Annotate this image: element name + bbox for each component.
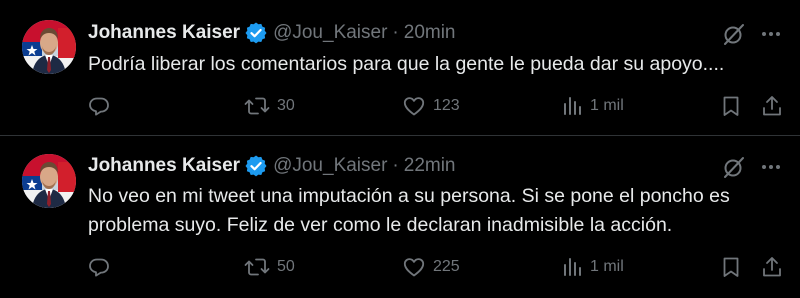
grok-icon[interactable] (720, 153, 748, 181)
bookmark-button[interactable] (720, 93, 742, 119)
views-button[interactable]: 1 mil (561, 93, 624, 119)
reply-icon (87, 94, 111, 118)
reply-button[interactable] (87, 254, 118, 280)
share-button[interactable] (761, 93, 783, 119)
grok-icon[interactable] (720, 20, 748, 48)
share-icon (761, 94, 783, 118)
retweet-count: 30 (277, 97, 295, 114)
reply-button[interactable] (87, 93, 118, 119)
verified-badge-icon (245, 22, 267, 44)
tweet[interactable]: Johannes Kaiser @Jou_Kaiser · 20min Podr… (0, 0, 800, 136)
like-button[interactable]: 123 (402, 93, 460, 119)
view-count: 1 mil (590, 97, 624, 114)
share-icon (761, 255, 783, 279)
timestamp[interactable]: 22min (404, 155, 456, 177)
separator-dot: · (392, 155, 399, 176)
reply-icon (87, 255, 111, 279)
retweet-button[interactable]: 30 (244, 93, 295, 119)
retweet-icon (244, 94, 270, 118)
bookmark-icon (720, 255, 742, 279)
author-name[interactable]: Johannes Kaiser (88, 155, 240, 177)
heart-icon (402, 255, 426, 279)
tweet-actions: 50 225 1 mil (0, 254, 800, 280)
verified-badge-icon (245, 155, 267, 177)
like-button[interactable]: 225 (402, 254, 460, 280)
avatar[interactable] (22, 20, 76, 74)
views-bar-chart-icon (561, 94, 583, 118)
author-name[interactable]: Johannes Kaiser (88, 22, 240, 44)
tweet-header: Johannes Kaiser @Jou_Kaiser · 22min (88, 153, 456, 179)
more-dots-icon[interactable] (757, 153, 785, 181)
views-bar-chart-icon (561, 255, 583, 279)
retweet-button[interactable]: 50 (244, 254, 295, 280)
author-handle[interactable]: @Jou_Kaiser (273, 22, 387, 44)
separator-dot: · (392, 22, 399, 43)
tweet-text: Podría liberar los comentarios para que … (88, 53, 725, 75)
share-button[interactable] (761, 254, 783, 280)
tweet-actions: 30 123 1 mil (0, 93, 800, 119)
views-button[interactable]: 1 mil (561, 254, 624, 280)
heart-icon (402, 94, 426, 118)
tweet-text: No veo en mi tweet una imputación a su p… (88, 185, 730, 236)
timestamp[interactable]: 20min (404, 22, 456, 44)
bookmark-icon (720, 94, 742, 118)
like-count: 123 (433, 97, 460, 114)
like-count: 225 (433, 258, 460, 275)
tweet-header: Johannes Kaiser @Jou_Kaiser · 20min (88, 20, 456, 46)
avatar[interactable] (22, 154, 76, 208)
retweet-icon (244, 255, 270, 279)
bookmark-button[interactable] (720, 254, 742, 280)
tweet[interactable]: Johannes Kaiser @Jou_Kaiser · 22min No v… (0, 136, 800, 298)
retweet-count: 50 (277, 258, 295, 275)
view-count: 1 mil (590, 258, 624, 275)
author-handle[interactable]: @Jou_Kaiser (273, 155, 387, 177)
more-dots-icon[interactable] (757, 20, 785, 48)
